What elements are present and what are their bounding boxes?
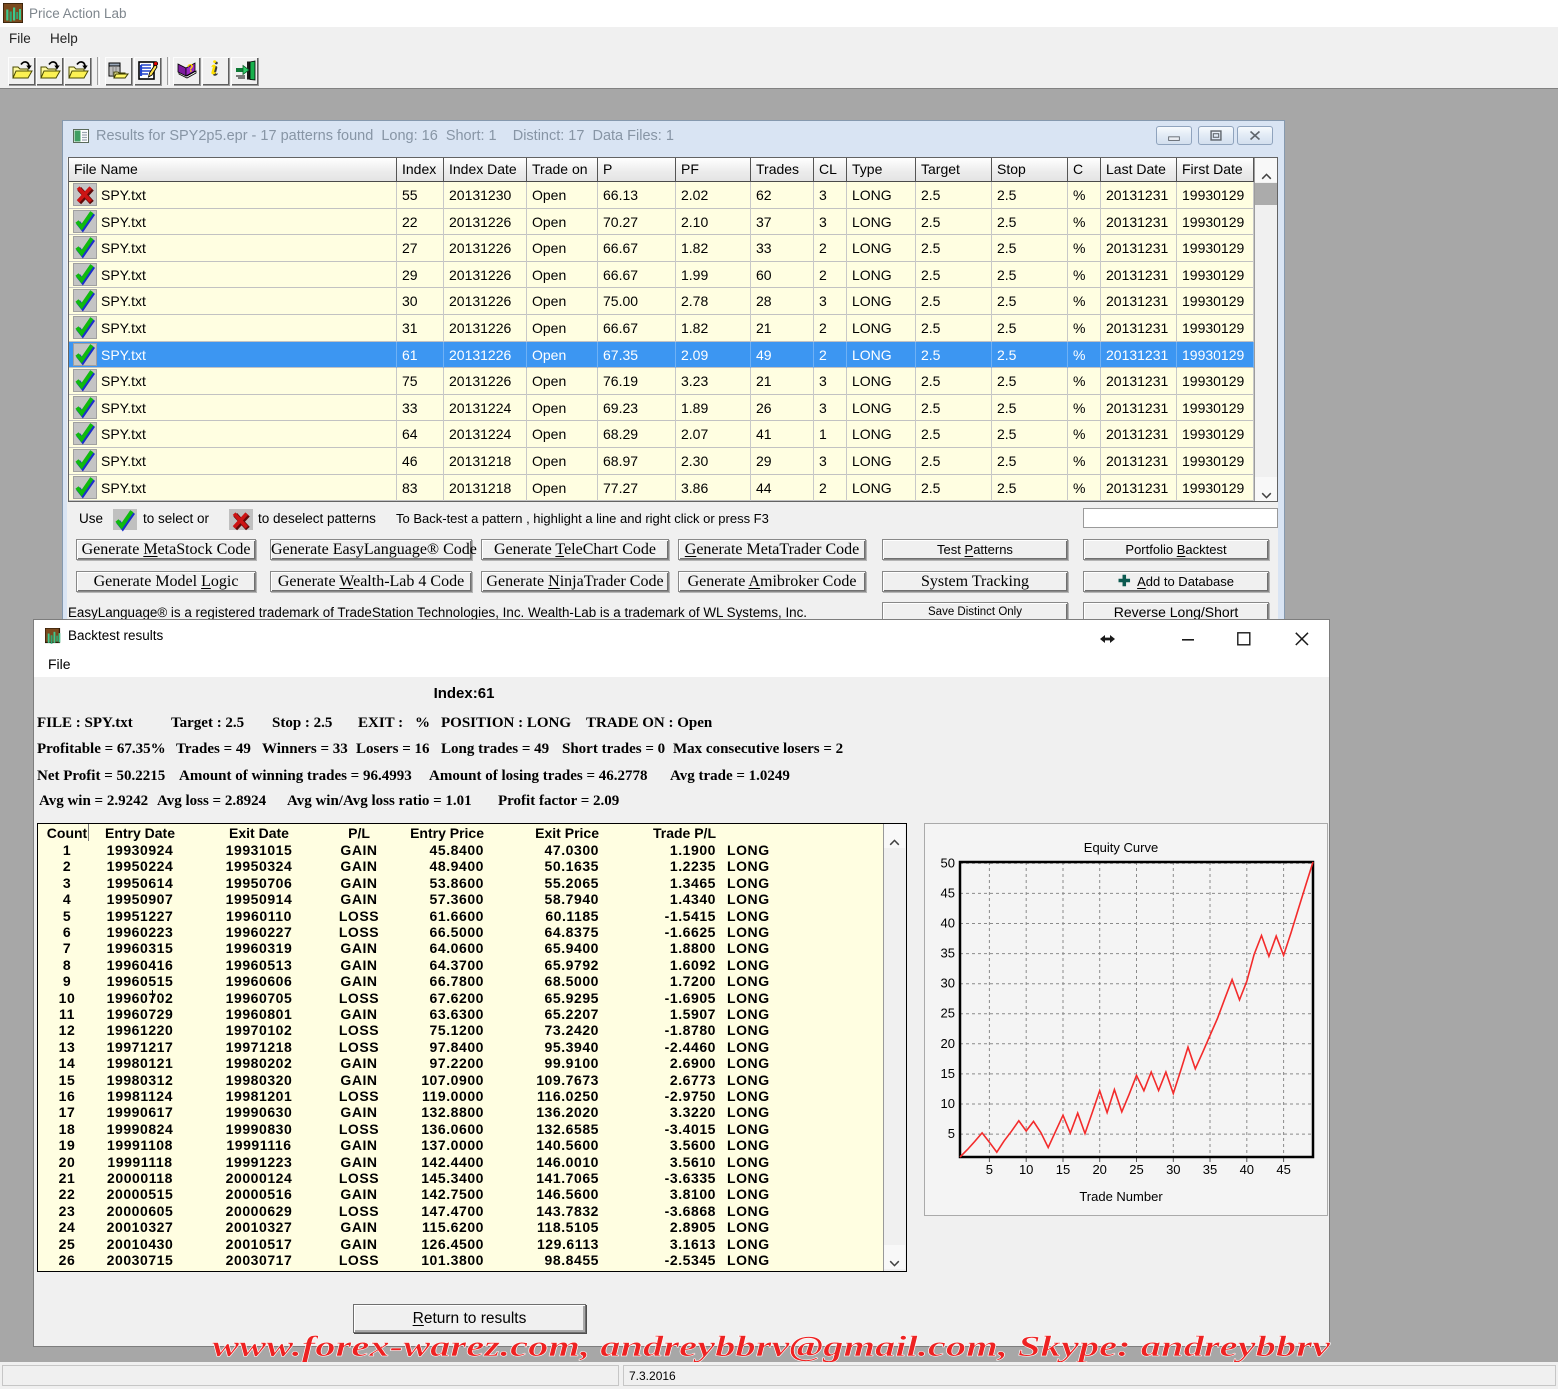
svg-text:15: 15 [941, 1066, 955, 1081]
svg-text:15: 15 [1056, 1162, 1070, 1177]
svg-text:45: 45 [1276, 1162, 1290, 1177]
svg-text:30: 30 [1166, 1162, 1180, 1177]
svg-text:Equity Curve: Equity Curve [1084, 840, 1158, 855]
svg-text:30: 30 [941, 976, 955, 991]
svg-text:5: 5 [948, 1126, 955, 1141]
svg-text:20: 20 [941, 1036, 955, 1051]
svg-text:40: 40 [941, 916, 955, 931]
svg-text:35: 35 [941, 946, 955, 961]
svg-text:35: 35 [1203, 1162, 1217, 1177]
svg-text:20: 20 [1092, 1162, 1106, 1177]
svg-text:10: 10 [1019, 1162, 1033, 1177]
svg-text:45: 45 [941, 885, 955, 900]
svg-text:40: 40 [1240, 1162, 1254, 1177]
svg-text:www.forex-warez.com, andreybbr: www.forex-warez.com, andreybbrv@gmail.co… [212, 1330, 1331, 1363]
svg-text:25: 25 [941, 1006, 955, 1021]
svg-text:10: 10 [941, 1096, 955, 1111]
svg-text:50: 50 [941, 855, 955, 870]
svg-text:5: 5 [986, 1162, 993, 1177]
svg-text:25: 25 [1129, 1162, 1143, 1177]
svg-text:Trade Number: Trade Number [1079, 1189, 1163, 1204]
